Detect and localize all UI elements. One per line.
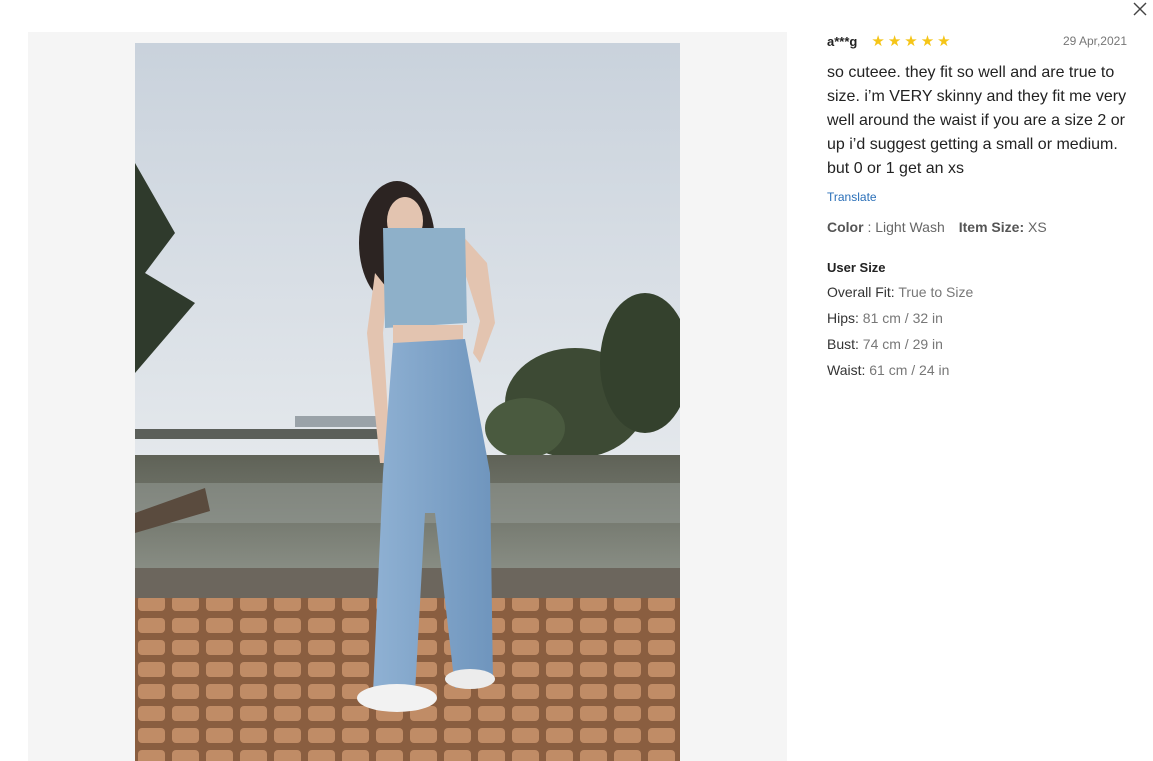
review-header: a***g ★ ★ ★ ★ ★ 29 Apr,2021 (827, 32, 1127, 50)
size-row-bust: Bust: 74 cm / 29 in (827, 336, 1127, 353)
size-label: Bust: (827, 336, 859, 352)
size-row-overall-fit: Overall Fit: True to Size (827, 284, 1127, 301)
color-value: Light Wash (875, 219, 945, 235)
star-icon: ★ (871, 32, 885, 50)
user-size-title: User Size (827, 260, 886, 275)
purchase-attributes: Color : Light Wash Item Size: XS (827, 219, 1127, 235)
review-details: a***g ★ ★ ★ ★ ★ 29 Apr,2021 so cuteee. t… (827, 32, 1127, 379)
size-value: 81 cm / 32 in (862, 310, 943, 326)
size-label: Hips: (827, 310, 859, 326)
star-icon: ★ (920, 32, 935, 50)
close-icon (1133, 2, 1147, 16)
review-photo[interactable] (135, 43, 680, 761)
size-row-hips: Hips: 81 cm / 32 in (827, 310, 1127, 327)
size-label: Waist: (827, 362, 866, 378)
star-icon: ★ (904, 32, 918, 50)
translate-link[interactable]: Translate (827, 190, 877, 204)
color-separator: : (863, 219, 876, 235)
review-image-panel (28, 32, 787, 761)
star-icon: ★ (887, 32, 902, 50)
size-value: True to Size (898, 284, 974, 300)
close-button[interactable] (1131, 0, 1149, 18)
star-icon: ★ (937, 32, 951, 50)
item-size-value: XS (1028, 219, 1047, 235)
size-value: 74 cm / 29 in (862, 336, 943, 352)
size-row-waist: Waist: 61 cm / 24 in (827, 362, 1127, 379)
review-date: 29 Apr,2021 (1062, 34, 1127, 48)
size-label: Overall Fit: (827, 284, 895, 300)
review-text: so cuteee. they fit so well and are true… (827, 64, 1127, 177)
item-size-label: Item Size: (958, 219, 1025, 235)
rating-stars: ★ ★ ★ ★ ★ (871, 34, 950, 49)
color-label: Color (827, 219, 864, 235)
size-value: 61 cm / 24 in (869, 362, 950, 378)
reviewer-name: a***g (827, 33, 858, 49)
review-modal: a***g ★ ★ ★ ★ ★ 29 Apr,2021 so cuteee. t… (0, 0, 1153, 761)
